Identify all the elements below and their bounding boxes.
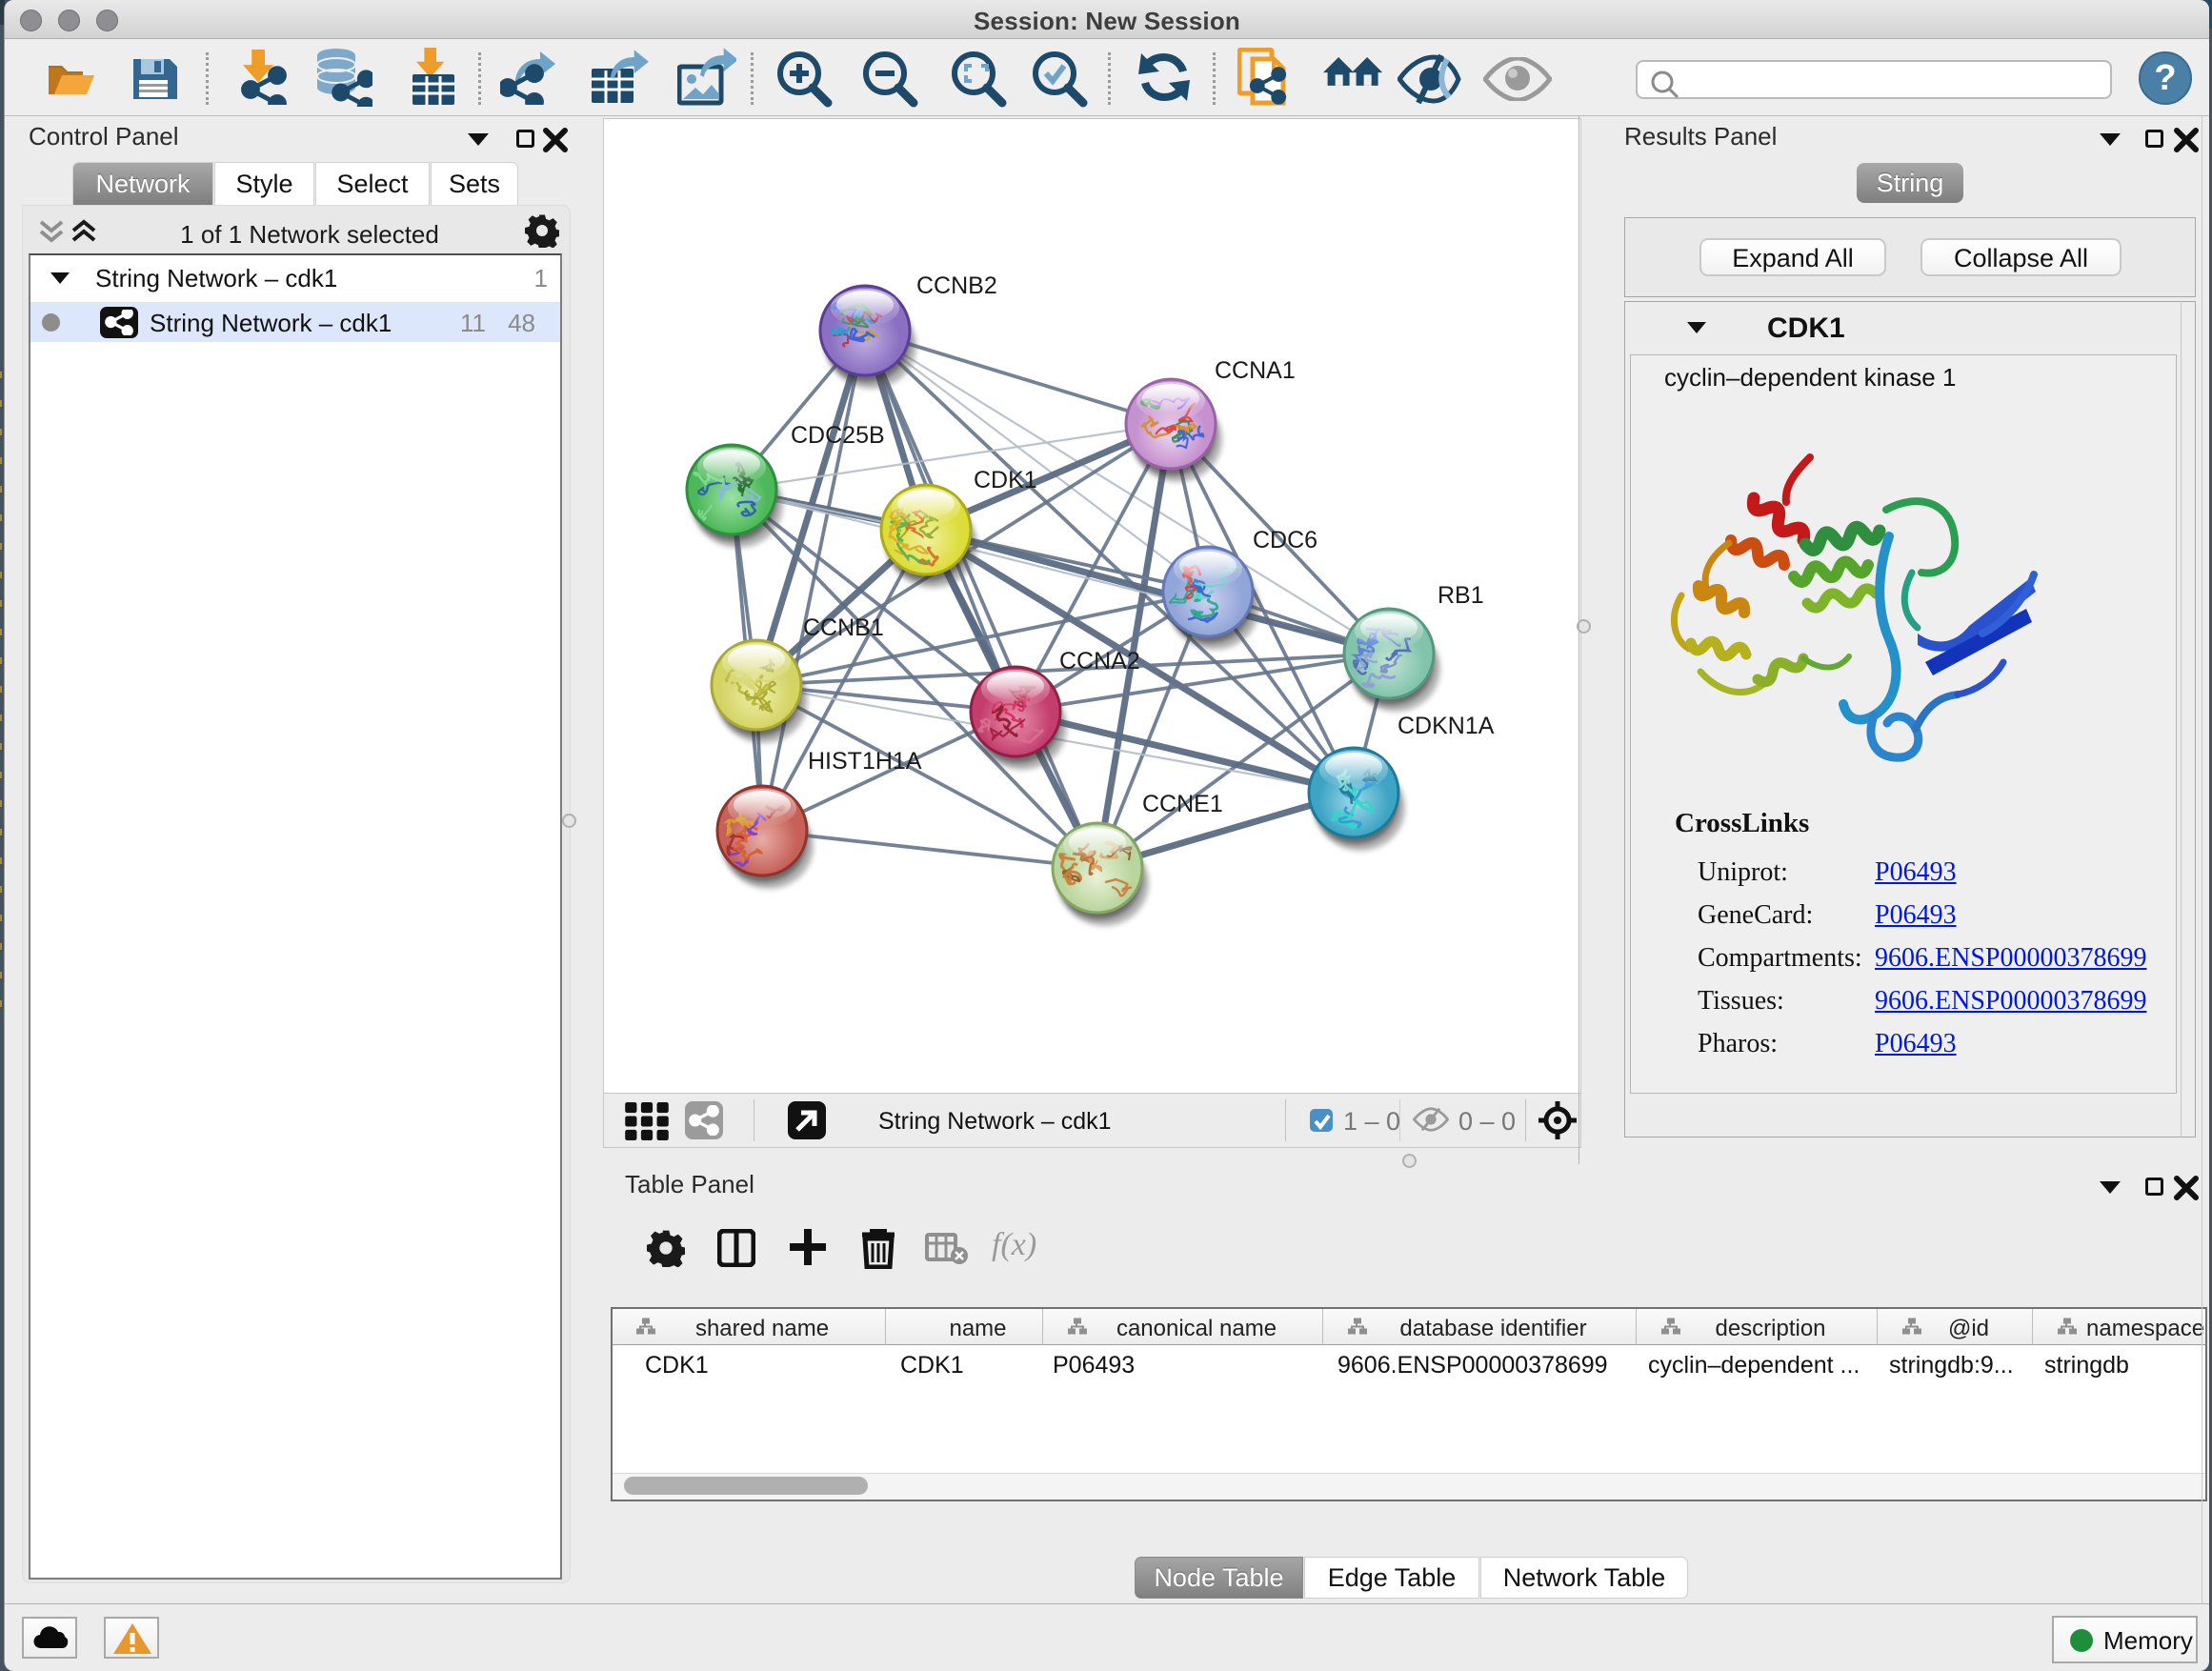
- svg-text:CCNE1: CCNE1: [1142, 791, 1223, 817]
- svg-text:CCNA2: CCNA2: [1059, 648, 1140, 674]
- svg-text:CCNB1: CCNB1: [803, 614, 884, 641]
- svg-text:RB1: RB1: [1438, 582, 1484, 609]
- svg-text:CDC6: CDC6: [1253, 527, 1317, 554]
- svg-text:HIST1H1A: HIST1H1A: [808, 748, 922, 775]
- svg-text:CDK1: CDK1: [974, 467, 1037, 493]
- svg-text:CDKN1A: CDKN1A: [1398, 713, 1495, 739]
- svg-text:?: ?: [2154, 58, 2176, 98]
- svg-text:CDC25B: CDC25B: [791, 422, 885, 449]
- svg-text:CCNA1: CCNA1: [1215, 357, 1296, 384]
- svg-text:CCNB2: CCNB2: [916, 272, 997, 299]
